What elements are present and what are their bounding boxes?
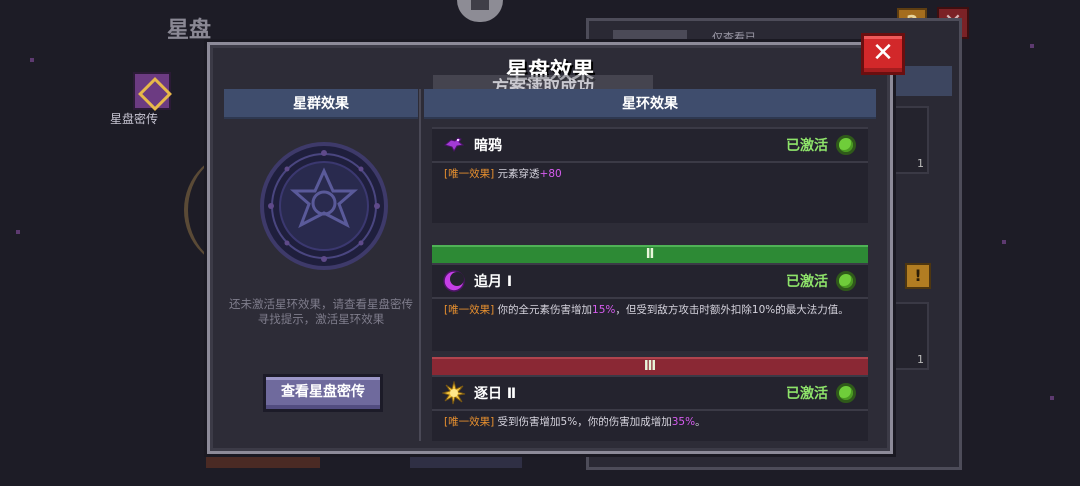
bg-astrolabe-secret-icon[interactable] (133, 72, 171, 110)
entry-description: [唯一效果] 元素穿透+80 (432, 163, 868, 181)
slot-count: 1 (917, 157, 924, 170)
entry-status: 已激活 (786, 138, 828, 154)
close-button[interactable]: ✕ (861, 33, 905, 75)
unique-effect-tag: [唯一效果] (444, 168, 495, 180)
desc-text: 你的全元素伤害增加 (497, 304, 593, 316)
active-indicator-icon (836, 135, 856, 155)
entry-status: 已激活 (786, 386, 828, 402)
star-dot (16, 230, 20, 234)
view-astrolabe-secret-button[interactable]: 查看星盘密传 (263, 374, 383, 412)
desc-text: 元素穿透 (497, 168, 540, 180)
bg-right-coin-icon: ! (905, 263, 931, 289)
effect-entry-crow: 暗鸦 已激活 [唯一效果] 元素穿透+80 (432, 127, 868, 223)
tier-divider-2: Ⅱ (432, 245, 868, 263)
crescent-moon-icon (443, 270, 465, 292)
entry-name: 暗鸦 (474, 138, 502, 154)
panel-divider (419, 89, 421, 441)
desc-highlight: 15% (592, 304, 616, 316)
active-indicator-icon (836, 383, 856, 403)
star-dot (1002, 240, 1006, 244)
effect-entry-chase-sun: 逐日 Ⅱ 已激活 [唯一效果] 受到伤害增加5%，你的伤害加成增加35%。 (432, 375, 868, 441)
star-dot (1050, 396, 1054, 400)
desc-text: 受到伤害增加5%，你的伤害加成增加 (497, 416, 672, 428)
entry-description: [唯一效果] 受到伤害增加5%，你的伤害加成增加35%。 (432, 411, 868, 429)
star-dot (1030, 44, 1034, 48)
star-ring-effect-header: 星环效果 (424, 89, 876, 119)
star-dot (30, 58, 34, 62)
entry-header: 追月 Ⅰ 已激活 (432, 265, 868, 299)
star-ring-effect-panel[interactable]: 星环效果 暗鸦 已激活 [唯一效果] 元素穿透+80 Ⅱ 追月 Ⅰ 已激活 [唯… (424, 89, 876, 441)
bg-astrolabe-secret-label: 星盘密传 (110, 112, 159, 126)
desc-text-after: 。 (695, 416, 706, 428)
bg-page-title: 星盘 (167, 18, 212, 43)
entry-status: 已激活 (786, 274, 828, 290)
constellation-effect-panel: 星群效果 还未激活星环效果，请查看星盘密传寻找提示，激活星环效果 查看星盘密传 (224, 89, 418, 441)
desc-highlight: +80 (539, 168, 562, 180)
inactive-hint-text: 还未激活星环效果，请查看星盘密传寻找提示，激活星环效果 (229, 297, 413, 326)
unique-effect-tag: [唯一效果] (444, 304, 495, 316)
bg-bottom-bar (410, 452, 522, 468)
astrolabe-effect-dialog: 星盘效果 方案读取成功 ✕ 星群效果 还未激活星环效果，请查看星盘密传寻找提示，… (207, 33, 905, 454)
unique-effect-tag: [唯一效果] (444, 416, 495, 428)
sun-icon (442, 381, 466, 405)
entry-name: 逐日 Ⅱ (474, 386, 517, 402)
desc-text-after: ，但受到敌方攻击时额外扣除10%的最大法力值。 (615, 304, 849, 316)
constellation-effect-header: 星群效果 (224, 89, 418, 119)
entry-header: 暗鸦 已激活 (432, 129, 868, 163)
bg-top-camera-icon[interactable] (457, 0, 503, 22)
active-indicator-icon (836, 271, 856, 291)
desc-highlight: 35% (671, 416, 696, 428)
bg-bottom-bar (206, 452, 320, 468)
effect-entry-chase-moon: 追月 Ⅰ 已激活 [唯一效果] 你的全元素伤害增加15%，但受到敌方攻击时额外扣… (432, 263, 868, 351)
astrolabe-disc-icon (260, 142, 388, 270)
slot-count: 1 (917, 353, 924, 366)
effect-list[interactable]: 暗鸦 已激活 [唯一效果] 元素穿透+80 Ⅱ 追月 Ⅰ 已激活 [唯一效果] … (432, 127, 868, 441)
crow-icon (443, 137, 465, 153)
entry-name: 追月 Ⅰ (474, 274, 513, 290)
entry-header: 逐日 Ⅱ 已激活 (432, 377, 868, 411)
entry-description: [唯一效果] 你的全元素伤害增加15%，但受到敌方攻击时额外扣除10%的最大法力… (432, 299, 868, 317)
tier-divider-3: Ⅲ (432, 357, 868, 375)
